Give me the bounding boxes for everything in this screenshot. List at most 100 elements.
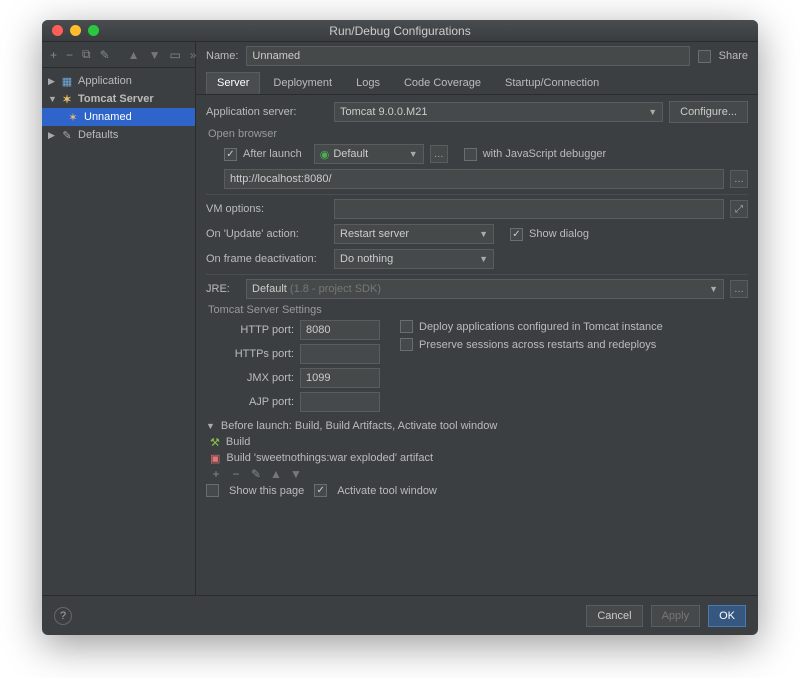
chevron-down-icon: ▼	[409, 149, 418, 159]
after-launch-checkbox[interactable]: ✓	[224, 148, 237, 161]
tree-label: Defaults	[78, 129, 118, 141]
deploy-apps-label: Deploy applications configured in Tomcat…	[419, 321, 663, 333]
sidebar: + − ⧉ ✎ ▲ ▼ ▭ » ▶ ▦ Application ▼ ✶	[42, 42, 196, 595]
after-launch-label: After launch	[243, 148, 302, 160]
tabs: Server Deployment Logs Code Coverage Sta…	[196, 72, 758, 95]
dialog-body: + − ⧉ ✎ ▲ ▼ ▭ » ▶ ▦ Application ▼ ✶	[42, 42, 758, 595]
open-browser-title: Open browser	[208, 128, 748, 140]
tree-label: Tomcat Server	[78, 93, 154, 105]
url-input[interactable]	[224, 169, 724, 189]
vm-options-input[interactable]	[334, 199, 724, 219]
chrome-icon: ◉	[320, 148, 330, 161]
chevron-right-icon: ▶	[48, 130, 56, 141]
jre-hint: (1.8 - project SDK)	[290, 283, 381, 295]
jmx-port-label: JMX port:	[224, 372, 294, 384]
ajp-port-label: AJP port:	[224, 396, 294, 408]
update-action-label: On 'Update' action:	[206, 228, 328, 240]
ok-button[interactable]: OK	[708, 605, 746, 627]
tab-startup-connection[interactable]: Startup/Connection	[494, 72, 610, 94]
tomcat-icon: ✶	[66, 111, 80, 124]
tree-label: Unnamed	[84, 111, 132, 123]
share-checkbox[interactable]	[698, 50, 711, 63]
show-dialog-label: Show dialog	[529, 228, 589, 240]
tab-deployment[interactable]: Deployment	[262, 72, 343, 94]
browser-more-button[interactable]: …	[430, 145, 448, 163]
select-value: Default	[252, 283, 287, 295]
apply-button[interactable]: Apply	[651, 605, 701, 627]
window-title: Run/Debug Configurations	[42, 24, 758, 38]
chevron-down-icon[interactable]: ▼	[206, 421, 215, 431]
activate-tool-label: Activate tool window	[337, 485, 437, 497]
footer: ? Cancel Apply OK	[42, 595, 758, 635]
config-tree: ▶ ▦ Application ▼ ✶ Tomcat Server ✶ Unna…	[42, 68, 195, 595]
deploy-apps-checkbox[interactable]	[400, 320, 413, 333]
tree-item-application[interactable]: ▶ ▦ Application	[42, 72, 195, 90]
settings-icon[interactable]: ✎	[100, 49, 110, 61]
tree-item-defaults[interactable]: ▶ ✎ Defaults	[42, 126, 195, 144]
frame-deact-label: On frame deactivation:	[206, 253, 328, 265]
add-icon[interactable]: +	[210, 468, 222, 480]
help-button[interactable]: ?	[54, 607, 72, 625]
tomcat-settings-title: Tomcat Server Settings	[208, 304, 748, 316]
tab-logs[interactable]: Logs	[345, 72, 391, 94]
folder-icon[interactable]: ▭	[169, 49, 180, 61]
tab-code-coverage[interactable]: Code Coverage	[393, 72, 492, 94]
jmx-port-input[interactable]	[300, 368, 380, 388]
browser-select[interactable]: ◉Default ▼	[314, 144, 424, 164]
remove-icon[interactable]: −	[66, 49, 73, 61]
http-port-input[interactable]	[300, 320, 380, 340]
up-icon[interactable]: ▲	[128, 49, 140, 61]
select-value: Tomcat 9.0.0.M21	[340, 106, 427, 118]
configure-button[interactable]: Configure...	[669, 101, 748, 123]
add-icon[interactable]: +	[50, 49, 57, 61]
https-port-label: HTTPs port:	[224, 348, 294, 360]
bl-label: Build	[226, 436, 250, 448]
show-page-label: Show this page	[229, 485, 304, 497]
wrench-icon: ✎	[60, 129, 74, 142]
jre-select[interactable]: Default (1.8 - project SDK) ▼	[246, 279, 724, 299]
jre-more-button[interactable]: …	[730, 280, 748, 298]
jre-label: JRE:	[206, 283, 240, 295]
show-dialog-checkbox[interactable]: ✓	[510, 228, 523, 241]
tree-item-tomcat-server[interactable]: ▼ ✶ Tomcat Server	[42, 90, 195, 108]
select-value: Default	[333, 148, 368, 160]
tomcat-icon: ✶	[60, 93, 74, 106]
app-server-select[interactable]: Tomcat 9.0.0.M21 ▼	[334, 102, 663, 122]
chevron-down-icon: ▼	[479, 229, 488, 239]
https-port-input[interactable]	[300, 344, 380, 364]
chevron-down-icon: ▼	[48, 94, 56, 104]
titlebar: Run/Debug Configurations	[42, 20, 758, 42]
name-label: Name:	[206, 50, 238, 62]
sidebar-toolbar: + − ⧉ ✎ ▲ ▼ ▭ »	[42, 42, 195, 68]
cancel-button[interactable]: Cancel	[586, 605, 642, 627]
tree-label: Application	[78, 75, 132, 87]
url-more-button[interactable]: …	[730, 170, 748, 188]
main-panel: Name: Share Server Deployment Logs Code …	[196, 42, 758, 595]
down-icon[interactable]: ▼	[290, 468, 302, 480]
up-icon[interactable]: ▲	[270, 468, 282, 480]
share-label: Share	[719, 50, 748, 62]
ajp-port-input[interactable]	[300, 392, 380, 412]
activate-tool-checkbox[interactable]: ✓	[314, 484, 327, 497]
copy-icon[interactable]: ⧉	[82, 49, 91, 61]
tab-server[interactable]: Server	[206, 72, 260, 94]
app-server-label: Application server:	[206, 106, 328, 118]
remove-icon[interactable]: −	[230, 468, 242, 480]
name-row: Name: Share	[196, 42, 758, 70]
before-launch-title: Before launch: Build, Build Artifacts, A…	[221, 420, 497, 432]
preserve-sessions-checkbox[interactable]	[400, 338, 413, 351]
update-action-select[interactable]: Restart server ▼	[334, 224, 494, 244]
js-debugger-checkbox[interactable]	[464, 148, 477, 161]
edit-icon[interactable]: ✎	[250, 468, 262, 480]
dialog-window: Run/Debug Configurations + − ⧉ ✎ ▲ ▼ ▭ »…	[42, 20, 758, 635]
frame-deact-select[interactable]: Do nothing ▼	[334, 249, 494, 269]
before-launch-item[interactable]: ▣ Build 'sweetnothings:war exploded' art…	[206, 450, 748, 466]
artifact-icon: ▣	[210, 452, 220, 465]
down-icon[interactable]: ▼	[149, 49, 161, 61]
chevron-down-icon: ▼	[479, 254, 488, 264]
show-page-checkbox[interactable]	[206, 484, 219, 497]
before-launch-item[interactable]: ⚒ Build	[206, 434, 748, 450]
name-input[interactable]	[246, 46, 689, 66]
expand-icon[interactable]: ⤢	[730, 200, 748, 218]
tree-item-unnamed[interactable]: ✶ Unnamed	[42, 108, 195, 126]
